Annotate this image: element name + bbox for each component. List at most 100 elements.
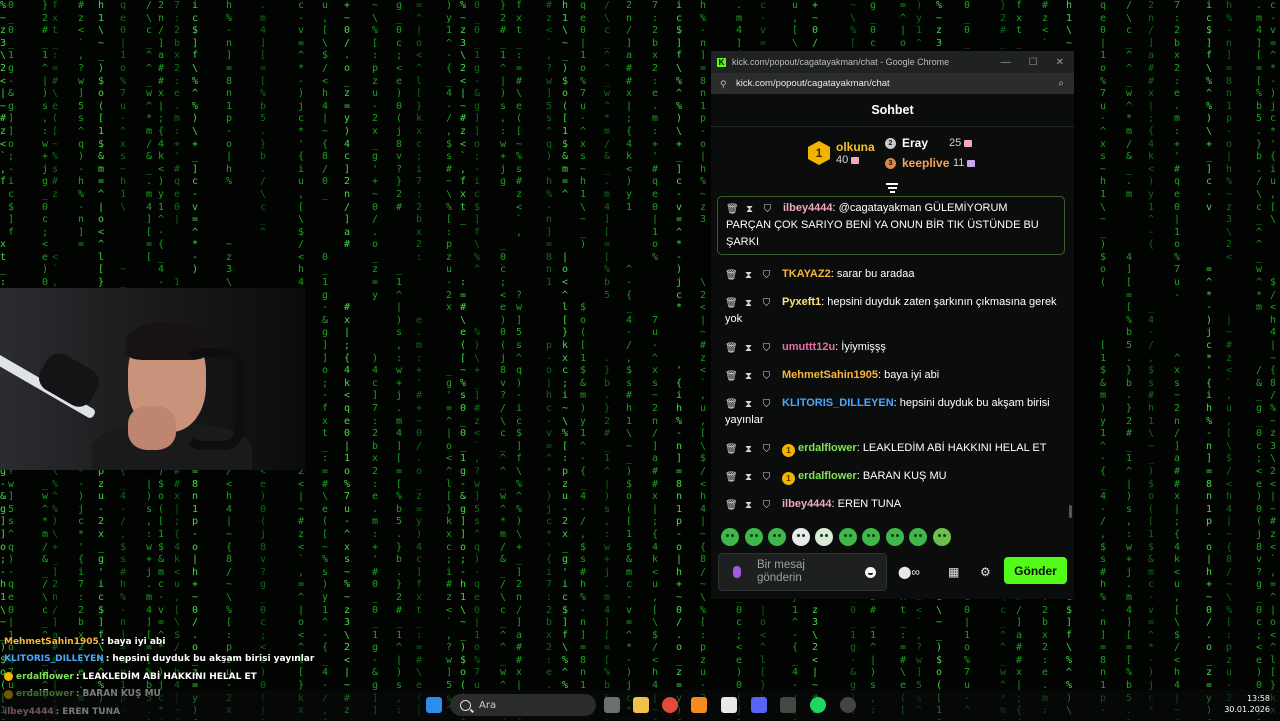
minimize-icon[interactable]: — — [1001, 57, 1011, 68]
chat-username[interactable]: umuttt12u — [782, 341, 835, 353]
ban-icon[interactable]: ⛉ — [761, 270, 772, 281]
chat-username[interactable]: Pyxeft1 — [782, 296, 821, 308]
chat-message[interactable]: 🗑 ⧗ ⛉ KLITORIS_DILLEYEN: hepsini duyduk bu … — [711, 395, 1074, 429]
overlay-chat-message: MehmetSahin1905: baya iyi abi — [4, 633, 304, 651]
timeout-icon[interactable]: ⧗ — [743, 500, 754, 511]
close-icon[interactable]: ✕ — [1056, 57, 1064, 68]
matrix-column: g _ 0 c ; < e ) 0 ( j 8 v ? } 2 # _ 1 ^ … — [396, 0, 403, 720]
chat-username[interactable]: ilbey4444 — [782, 498, 832, 510]
trash-icon[interactable]: 🗑 — [725, 472, 738, 483]
timeout-icon[interactable]: ⧗ — [743, 444, 754, 455]
site-info-icon[interactable]: ⚲ — [720, 79, 730, 89]
obs-icon[interactable] — [840, 697, 856, 713]
chat-message-text: İyiymişşş — [841, 341, 886, 353]
chat-header: Sohbet — [711, 94, 1074, 127]
ban-icon[interactable]: ⛉ — [761, 371, 772, 382]
address-bar[interactable]: ⚲ kick.com/popout/cagatayakman/chat ⌕ — [711, 73, 1074, 94]
chat-message[interactable]: 🗑 ⧗ ⛉ MehmetSahin1905: baya iyi abi — [711, 367, 1074, 384]
message-input[interactable]: Bir mesaj gönderin — [718, 553, 887, 591]
ban-icon[interactable]: ⛉ — [761, 500, 772, 511]
ban-icon[interactable]: ⛉ — [761, 343, 772, 354]
chat-username[interactable]: MehmetSahin1905 — [782, 369, 878, 381]
trash-icon[interactable]: 🗑 — [725, 343, 738, 354]
app-icon[interactable] — [691, 697, 707, 713]
emote-icon[interactable] — [791, 528, 810, 546]
matrix-column: h % - n ] = 8 n 1 p - o | h % ~ z 3 \ 2 … — [1226, 0, 1233, 720]
trash-icon[interactable]: 🗑 — [725, 270, 738, 281]
timeout-icon[interactable]: ⧗ — [743, 298, 754, 309]
emote-icon[interactable] — [768, 528, 786, 546]
spotify-icon[interactable] — [810, 697, 826, 713]
chat-message[interactable]: 🗑 ⧗ ⛉ Pyxeft1: hepsini duyduk zaten şarkını… — [711, 294, 1074, 328]
emote-icon[interactable] — [909, 528, 927, 546]
window-titlebar[interactable]: K kick.com/popout/cagatayakman/chat - Go… — [711, 51, 1074, 73]
microphone-icon[interactable] — [733, 566, 741, 578]
trash-icon[interactable]: 🗑 — [726, 204, 739, 215]
trash-icon[interactable]: 🗑 — [725, 371, 738, 382]
timeout-icon[interactable]: ⧗ — [743, 371, 754, 382]
ban-icon[interactable]: ⛉ — [761, 472, 772, 483]
taskbar-search[interactable]: Ara — [450, 694, 596, 716]
trash-icon[interactable]: 🗑 — [725, 500, 738, 511]
leaderboard-first[interactable]: 1 olkuna 40 — [808, 140, 875, 166]
silver-badge-icon: 2 — [885, 137, 896, 149]
chrome-icon[interactable] — [662, 697, 678, 713]
file-explorer-icon[interactable] — [633, 697, 649, 713]
timeout-icon[interactable]: ⧗ — [743, 472, 754, 483]
leaderboard-second[interactable]: 2 Eray — [885, 136, 928, 150]
store-icon[interactable] — [721, 697, 737, 713]
trash-icon[interactable]: 🗑 — [725, 298, 738, 309]
kick-logo-icon: K — [717, 57, 726, 67]
kick-points-icon[interactable]: ⬤∞ — [898, 565, 920, 579]
emote-icon[interactable] — [744, 528, 763, 546]
chat-message[interactable]: 🗑 ⧗ ⛉ TKAYAZ2: sarar bu aradaa — [711, 266, 1074, 283]
timeout-icon[interactable]: ⧗ — [743, 270, 754, 281]
matrix-column: ) y 1 ^ - { _ 4 - / , $ s # ~ \ % [ : p … — [446, 0, 453, 720]
chat-message[interactable]: 🗑 ⧗ ⛉ umuttt12u: İyiymişşş — [711, 339, 1074, 356]
chat-message[interactable]: 🗑 ⧗ ⛉ 1 erdalflower: LEAKLEDİM ABİ HAKKINI H… — [711, 440, 1074, 457]
overlay-message-text: baya iyi abi — [107, 636, 166, 647]
emote-icon[interactable] — [862, 528, 880, 546]
chat-username[interactable]: ilbey4444 — [783, 202, 833, 214]
ban-icon[interactable]: ⛉ — [761, 444, 772, 455]
gift-leaderboard: 1 olkuna 40 2 Eray 25 3 keeplive 11 — [711, 127, 1074, 193]
chat-username[interactable]: TKAYAZ2 — [782, 268, 831, 280]
send-button[interactable]: Gönder — [1004, 557, 1067, 584]
emote-icon[interactable] — [838, 528, 857, 546]
windows-start-icon[interactable] — [426, 697, 442, 713]
chat-message[interactable]: 🗑 ⧗ ⛉ 1 erdalflower: BARAN KUŞ MU — [711, 468, 1074, 485]
emote-icon[interactable] — [885, 528, 904, 546]
maximize-icon[interactable]: ☐ — [1029, 57, 1038, 68]
timeout-icon[interactable]: ⧗ — [743, 399, 754, 410]
app-icon[interactable] — [780, 697, 796, 713]
emoji-icon[interactable] — [865, 566, 876, 578]
message-placeholder: Bir mesaj gönderin — [757, 559, 805, 584]
chat-username[interactable]: KLITORIS_DILLEYEN — [782, 397, 894, 409]
chat-scrollbar[interactable] — [1069, 505, 1072, 518]
emote-icon[interactable] — [721, 528, 739, 546]
timeout-icon[interactable]: ⧗ — [743, 343, 754, 354]
trash-icon[interactable]: 🗑 — [725, 399, 738, 410]
leaderboard-third[interactable]: 3 keeplive — [885, 156, 949, 170]
matrix-column: i c $ ] f \ % ^ % ) \ + _ ] c - v = ^ * … — [676, 0, 683, 720]
system-clock[interactable]: 13:58 30.01.2026 — [1224, 693, 1270, 715]
chat-message-list[interactable]: 🗑 ⧗ ⛉ ilbey4444: @cagatayakman GÜLEMİYORUM … — [711, 196, 1074, 526]
store-icon[interactable]: ▦ — [948, 565, 959, 579]
settings-icon[interactable]: ⚙ — [980, 565, 991, 579]
chat-username[interactable]: erdalflower — [798, 470, 857, 482]
timeout-icon[interactable]: ⧗ — [744, 204, 755, 215]
emote-icon[interactable] — [932, 528, 951, 546]
collapse-leaderboard-icon[interactable] — [886, 183, 898, 193]
emote-icon[interactable] — [815, 528, 833, 546]
zoom-icon[interactable]: ⌕ — [1058, 78, 1064, 89]
ban-icon[interactable]: ⛉ — [761, 298, 772, 309]
chat-username[interactable]: erdalflower — [798, 442, 857, 454]
trash-icon[interactable]: 🗑 — [725, 444, 738, 455]
matrix-column: c - v = ^ * - ) j c * ' { i u , [ \ $ / … — [1270, 0, 1277, 720]
discord-icon[interactable] — [751, 697, 767, 713]
task-view-icon[interactable] — [604, 697, 620, 713]
chat-message[interactable]: 🗑 ⧗ ⛉ ilbey4444: EREN TUNA — [711, 496, 1074, 513]
ban-icon[interactable]: ⛉ — [762, 204, 773, 215]
chat-message[interactable]: 🗑 ⧗ ⛉ ilbey4444: @cagatayakman GÜLEMİYORUM … — [717, 196, 1065, 255]
ban-icon[interactable]: ⛉ — [761, 399, 772, 410]
